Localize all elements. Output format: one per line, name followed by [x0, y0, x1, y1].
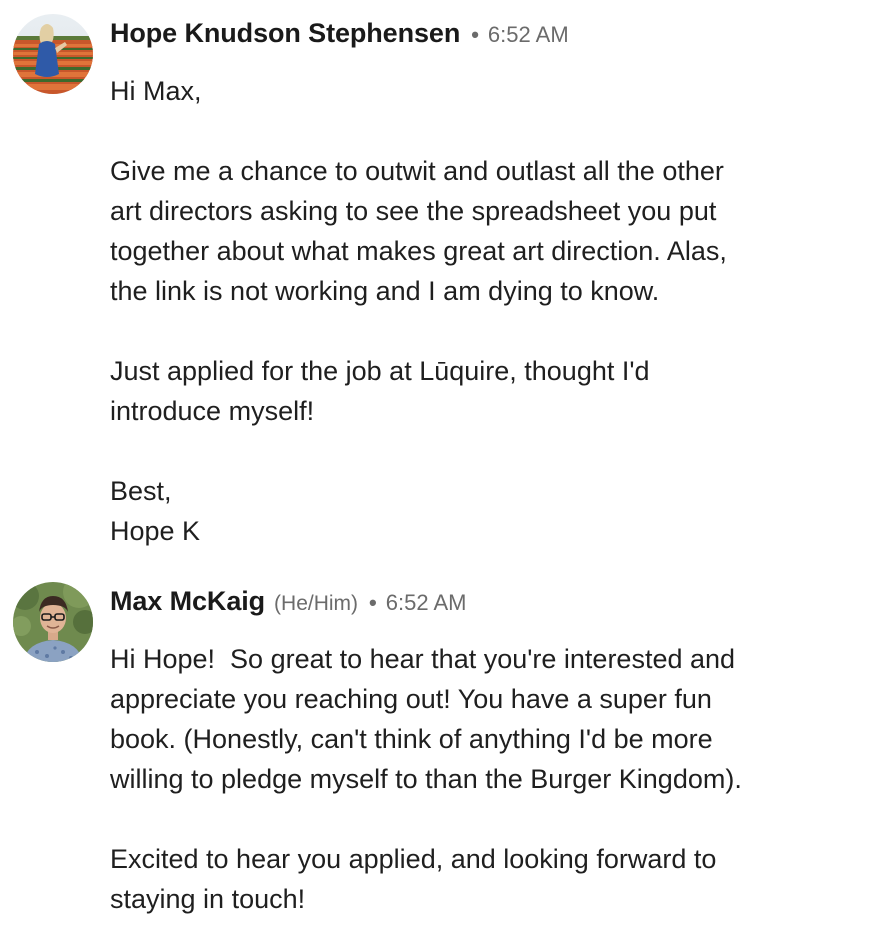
timestamp: 6:52 AM — [385, 590, 467, 615]
message-paragraph: Hi Hope! So great to hear that you're in… — [110, 639, 830, 799]
message-line: Give me a chance to outwit and outlast a… — [110, 156, 724, 186]
avatar[interactable] — [13, 582, 93, 662]
message-line: together about what makes great art dire… — [110, 236, 727, 266]
message-line: introduce myself! — [110, 396, 315, 426]
message-line: Hope K — [110, 516, 201, 546]
message-line: Hi Max, — [110, 76, 202, 106]
message-line: book. (Honestly, can't think of anything… — [110, 724, 713, 754]
message-paragraph: Hi Max, — [110, 71, 830, 111]
message-line: art directors asking to see the spreadsh… — [110, 196, 717, 226]
profile-photo-icon — [13, 14, 93, 94]
avatar[interactable] — [13, 14, 93, 94]
timestamp: 6:52 AM — [487, 22, 569, 47]
message-body: Hi Hope! So great to hear that you're in… — [110, 639, 830, 919]
message-header: Hope Knudson Stephensen • 6:52 AM — [110, 18, 569, 52]
message-line: Best, — [110, 476, 172, 506]
separator-dot: • — [471, 22, 479, 47]
message-header: Max McKaig (He/Him) • 6:52 AM — [110, 586, 466, 620]
separator-dot: • — [369, 590, 377, 615]
message-paragraph: Just applied for the job at Lūquire, tho… — [110, 351, 830, 431]
message-line: Hi Hope! So great to hear that you're in… — [110, 644, 736, 674]
message-line: the link is not working and I am dying t… — [110, 276, 660, 306]
message-paragraph: Best, Hope K — [110, 471, 830, 551]
profile-photo-icon — [13, 582, 93, 662]
message-line: Excited to hear you applied, and looking… — [110, 844, 717, 874]
message-line: willing to pledge myself to than the Bur… — [110, 764, 742, 794]
message-line: staying in touch! — [110, 884, 306, 914]
pronouns: (He/Him) — [274, 592, 359, 615]
message-line: appreciate you reaching out! You have a … — [110, 684, 712, 714]
sender-name[interactable]: Hope Knudson Stephensen — [110, 18, 460, 49]
sender-name[interactable]: Max McKaig — [110, 586, 265, 617]
message-body: Hi Max, Give me a chance to outwit and o… — [110, 71, 830, 551]
message-paragraph: Give me a chance to outwit and outlast a… — [110, 151, 830, 311]
message-line: Just applied for the job at Lūquire, tho… — [110, 356, 650, 386]
message-paragraph: Excited to hear you applied, and looking… — [110, 839, 830, 919]
